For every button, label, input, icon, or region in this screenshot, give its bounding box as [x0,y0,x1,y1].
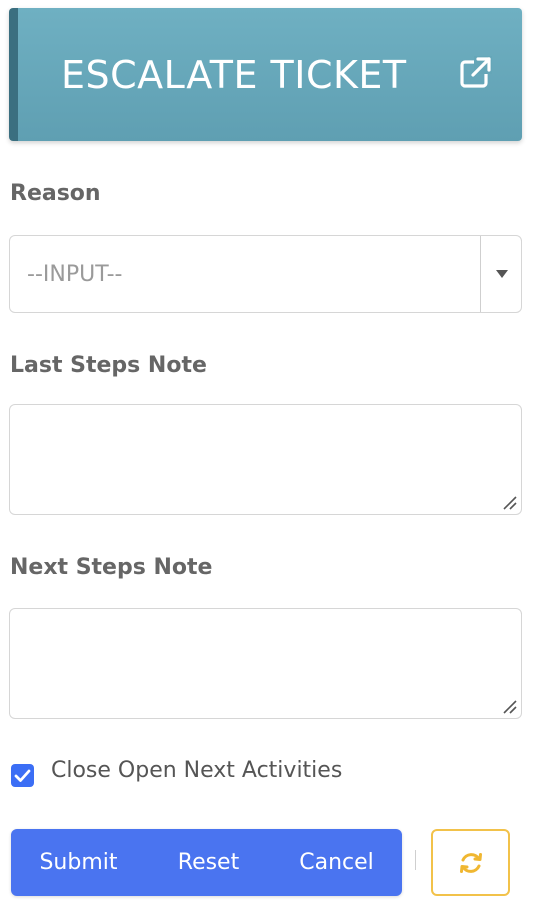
reset-button[interactable]: Reset [146,829,271,896]
caret-down-icon[interactable] [481,236,522,312]
cancel-button[interactable]: Cancel [271,829,402,896]
resize-grip-icon[interactable] [501,698,517,714]
checkmark-icon [14,769,31,782]
last-steps-note-field[interactable] [9,404,522,515]
submit-button[interactable]: Submit [11,829,146,896]
close-open-next-activities-label[interactable]: Close Open Next Activities [51,758,342,783]
close-open-next-activities-checkbox[interactable] [11,764,34,787]
next-steps-note-label: Next Steps Note [10,555,213,580]
divider [415,850,416,870]
external-link-icon[interactable] [459,55,493,89]
refresh-button[interactable] [431,829,510,896]
action-button-group: Submit Reset Cancel [11,829,402,896]
reason-label: Reason [10,181,101,206]
resize-grip-icon[interactable] [501,494,517,510]
header-banner: ESCALATE TICKET [9,8,522,141]
refresh-icon [459,852,482,873]
reason-select-value: --INPUT-- [27,261,123,287]
last-steps-note-label: Last Steps Note [10,353,207,378]
next-steps-note-field[interactable] [9,608,522,719]
reason-select[interactable]: --INPUT-- [9,235,522,313]
escalate-ticket-panel: ESCALATE TICKET Reason --INPUT-- Last St… [0,0,548,912]
page-title: ESCALATE TICKET [61,52,407,97]
